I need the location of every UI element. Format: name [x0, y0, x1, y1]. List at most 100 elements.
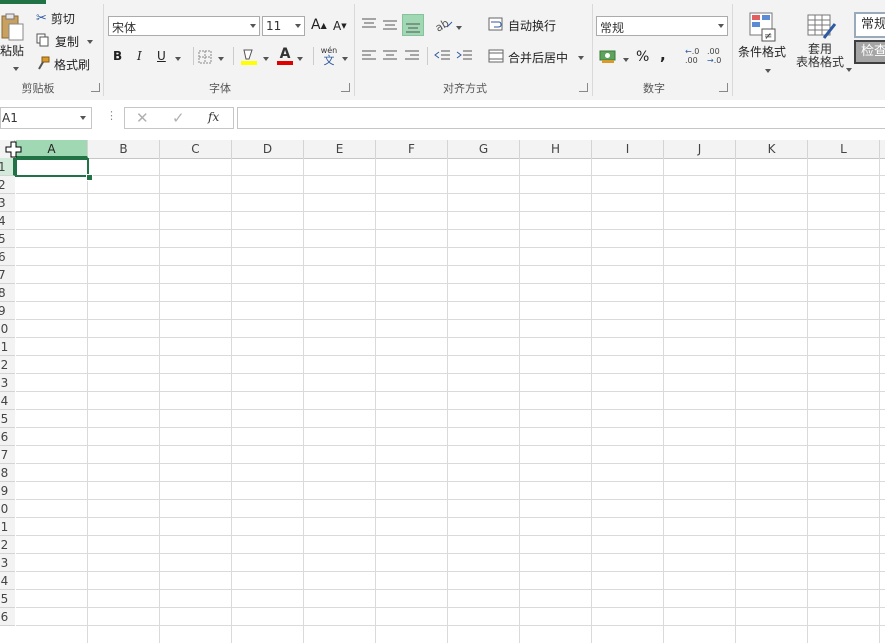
row-header-8[interactable]: 8 [0, 284, 15, 302]
font-color-icon[interactable]: A [276, 46, 294, 66]
style-check-cell[interactable]: 检查 [854, 40, 885, 64]
more-icon[interactable]: ⋮ [106, 109, 117, 122]
merge-dropdown-icon[interactable] [578, 55, 585, 60]
row-header-15[interactable]: 15 [0, 410, 15, 428]
row-header-20[interactable]: 20 [0, 500, 15, 518]
paste-button[interactable]: 粘贴 [0, 42, 24, 59]
currency-icon[interactable] [599, 48, 617, 67]
column-header-j[interactable]: J [664, 140, 736, 158]
align-top-icon[interactable] [360, 16, 378, 35]
row-header-2[interactable]: 2 [0, 176, 15, 194]
align-bottom-icon[interactable] [402, 14, 424, 36]
number-format-select[interactable]: 常规 [596, 16, 728, 36]
table-format-icon[interactable] [806, 12, 838, 45]
column-header-f[interactable]: F [376, 140, 448, 158]
row-header-11[interactable]: 11 [0, 338, 15, 356]
alignment-launcher-icon[interactable] [579, 83, 588, 92]
format-painter-button[interactable]: 格式刷 [36, 56, 90, 73]
name-box[interactable]: A1 [0, 107, 92, 129]
align-middle-icon[interactable] [381, 16, 399, 35]
cut-button[interactable]: ✂ 剪切 [36, 10, 75, 27]
confirm-icon[interactable]: ✓ [172, 109, 185, 127]
align-left-icon[interactable] [360, 49, 378, 66]
row-header-16[interactable]: 16 [0, 428, 15, 446]
column-header-l[interactable]: L [808, 140, 880, 158]
fill-color-icon[interactable] [240, 47, 258, 70]
align-right-icon[interactable] [403, 49, 421, 66]
fill-handle[interactable] [86, 174, 93, 181]
paste-dropdown-icon[interactable] [9, 60, 19, 74]
row-header-17[interactable]: 17 [0, 446, 15, 464]
formula-input[interactable] [237, 107, 885, 129]
row-header-13[interactable]: 13 [0, 374, 15, 392]
row-header-18[interactable]: 18 [0, 464, 15, 482]
bold-button[interactable]: B [113, 49, 122, 63]
column-header-d[interactable]: D [232, 140, 304, 158]
active-cell[interactable] [15, 158, 89, 177]
decrease-font-icon[interactable]: A ▼ [333, 19, 347, 33]
row-header-4[interactable]: 4 [0, 212, 15, 230]
row-header-26[interactable]: 26 [0, 608, 15, 626]
phonetic-dropdown-icon[interactable] [338, 50, 348, 64]
cancel-icon[interactable]: ✕ [136, 109, 149, 127]
column-header-h[interactable]: H [520, 140, 592, 158]
paste-icon[interactable] [0, 12, 26, 42]
row-header-3[interactable]: 3 [0, 194, 15, 212]
orientation-icon[interactable]: ab [433, 15, 454, 36]
column-header-i[interactable]: I [592, 140, 664, 158]
conditional-format-button[interactable]: 条件格式 [738, 43, 786, 60]
decrease-indent-icon[interactable] [434, 49, 452, 66]
italic-button[interactable]: I [137, 49, 142, 63]
row-header-23[interactable]: 23 [0, 554, 15, 572]
row-header-6[interactable]: 6 [0, 248, 15, 266]
row-header-5[interactable]: 5 [0, 230, 15, 248]
currency-dropdown-icon[interactable] [619, 51, 629, 65]
column-header-a[interactable]: A [16, 140, 88, 158]
decrease-decimal-icon[interactable]: .00 →.0 [707, 47, 725, 65]
clipboard-launcher-icon[interactable] [91, 83, 100, 92]
border-icon[interactable] [198, 50, 212, 67]
number-launcher-icon[interactable] [719, 83, 728, 92]
font-name-select[interactable]: 宋体 [108, 16, 260, 36]
increase-indent-icon[interactable] [456, 49, 474, 66]
merge-center-button[interactable]: 合并后居中 [488, 49, 585, 66]
orientation-dropdown-icon[interactable] [452, 19, 462, 33]
name-box-dropdown-icon[interactable] [80, 116, 86, 120]
row-header-10[interactable]: 10 [0, 320, 15, 338]
conditional-format-icon[interactable]: ≠ [749, 12, 777, 45]
underline-dropdown-icon[interactable] [171, 50, 181, 64]
column-header-b[interactable]: B [88, 140, 160, 158]
align-center-icon[interactable] [381, 49, 399, 66]
row-header-14[interactable]: 14 [0, 392, 15, 410]
underline-button[interactable]: U [157, 49, 166, 63]
style-normal-cell[interactable]: 常规 [854, 12, 885, 38]
row-header-19[interactable]: 19 [0, 482, 15, 500]
percent-button[interactable]: % [636, 49, 649, 65]
increase-font-icon[interactable]: A ▲ [311, 17, 327, 33]
insert-function-icon[interactable]: fx [208, 110, 219, 124]
font-launcher-icon[interactable] [341, 83, 350, 92]
border-dropdown-icon[interactable] [214, 50, 224, 64]
column-header-k[interactable]: K [736, 140, 808, 158]
row-header-9[interactable]: 9 [0, 302, 15, 320]
table-format-button[interactable]: 套用 表格格式 [792, 43, 848, 69]
column-header-c[interactable]: C [160, 140, 232, 158]
column-header-e[interactable]: E [304, 140, 376, 158]
row-header-24[interactable]: 24 [0, 572, 15, 590]
row-header-22[interactable]: 22 [0, 536, 15, 554]
column-header-g[interactable]: G [448, 140, 520, 158]
font-size-select[interactable]: 11 [262, 16, 305, 36]
table-format-dropdown-icon[interactable] [842, 61, 852, 75]
fill-color-dropdown-icon[interactable] [259, 50, 269, 64]
increase-decimal-icon[interactable]: ←.0.00 [685, 47, 703, 65]
phonetic-icon[interactable]: wén 文 [318, 46, 340, 66]
row-header-12[interactable]: 12 [0, 356, 15, 374]
copy-dropdown-icon[interactable] [87, 39, 94, 44]
comma-button[interactable]: , [660, 46, 666, 64]
row-header-7[interactable]: 7 [0, 266, 15, 284]
row-header-25[interactable]: 25 [0, 590, 15, 608]
copy-button[interactable]: 复制 [36, 33, 94, 50]
conditional-format-dropdown-icon[interactable] [761, 62, 771, 76]
row-header-21[interactable]: 21 [0, 518, 15, 536]
font-color-dropdown-icon[interactable] [293, 50, 303, 64]
